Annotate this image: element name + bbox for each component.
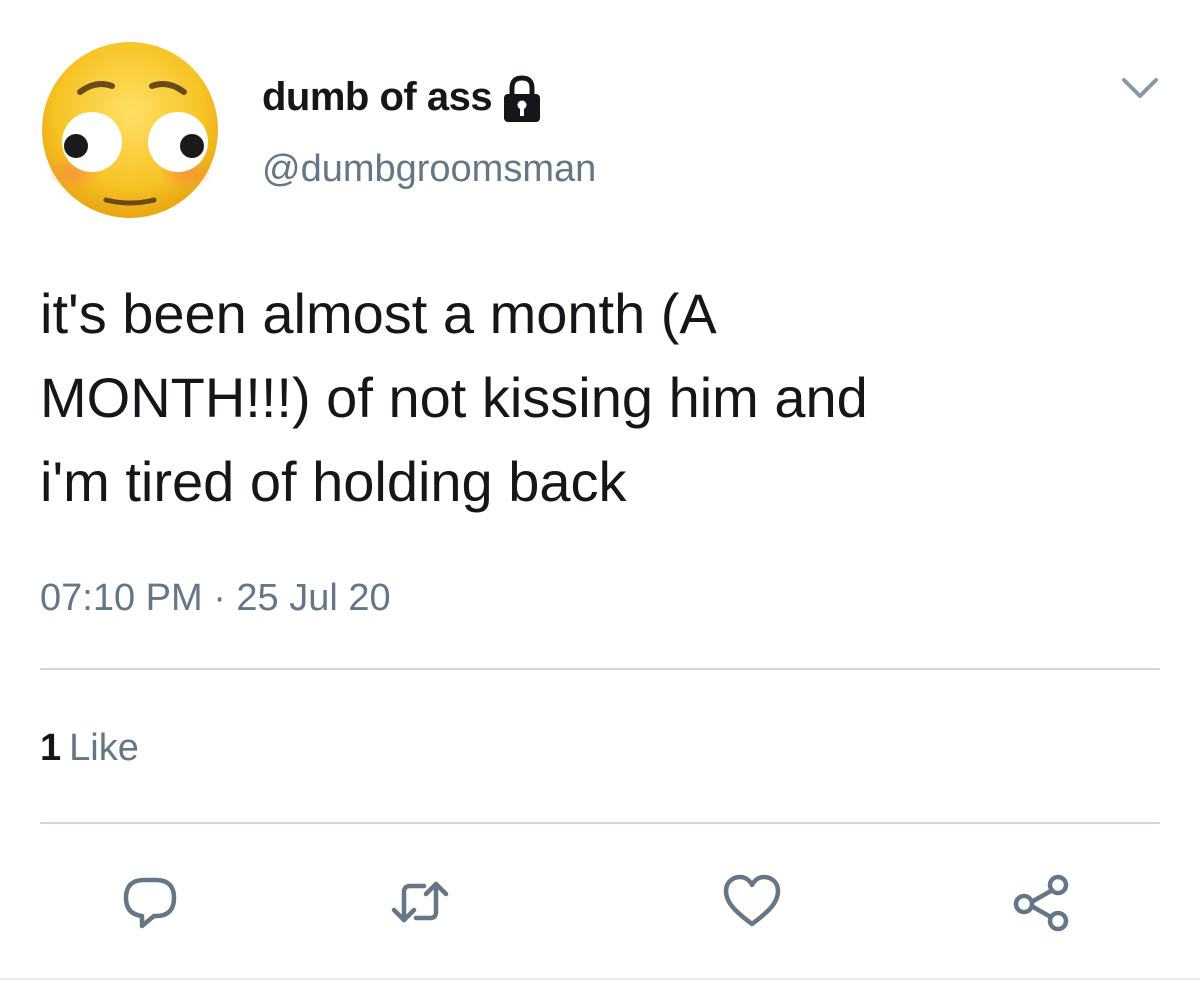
like-stats[interactable]: 1 Like <box>40 718 139 778</box>
divider <box>40 668 1160 670</box>
avatar[interactable] <box>40 40 220 220</box>
display-name[interactable]: dumb of ass <box>262 70 544 124</box>
tweet-text: it's been almost a month (A MONTH!!!) of… <box>40 282 868 513</box>
chevron-down-icon[interactable] <box>1116 68 1164 108</box>
user-handle[interactable]: @dumbgroomsman <box>262 143 596 195</box>
like-label: Like <box>69 727 139 769</box>
retweet-icon <box>391 881 449 923</box>
flushed-face-icon <box>42 42 218 218</box>
tweet-card: dumb of ass @dumbgroomsman it's been alm… <box>0 0 1200 1001</box>
heart-icon <box>723 874 781 927</box>
retweet-button[interactable] <box>384 866 456 938</box>
share-button[interactable] <box>1006 866 1078 938</box>
share-icon <box>1013 874 1069 932</box>
tweet-timestamp[interactable]: 07:10 PM · 25 Jul 20 <box>40 568 391 628</box>
reply-button[interactable] <box>114 866 186 938</box>
reply-icon <box>123 877 177 929</box>
like-count: 1 <box>40 727 62 769</box>
display-name-text: dumb of ass <box>262 75 493 119</box>
like-button[interactable] <box>716 866 788 938</box>
divider <box>40 822 1160 824</box>
divider <box>0 978 1200 980</box>
lock-icon <box>504 75 541 122</box>
